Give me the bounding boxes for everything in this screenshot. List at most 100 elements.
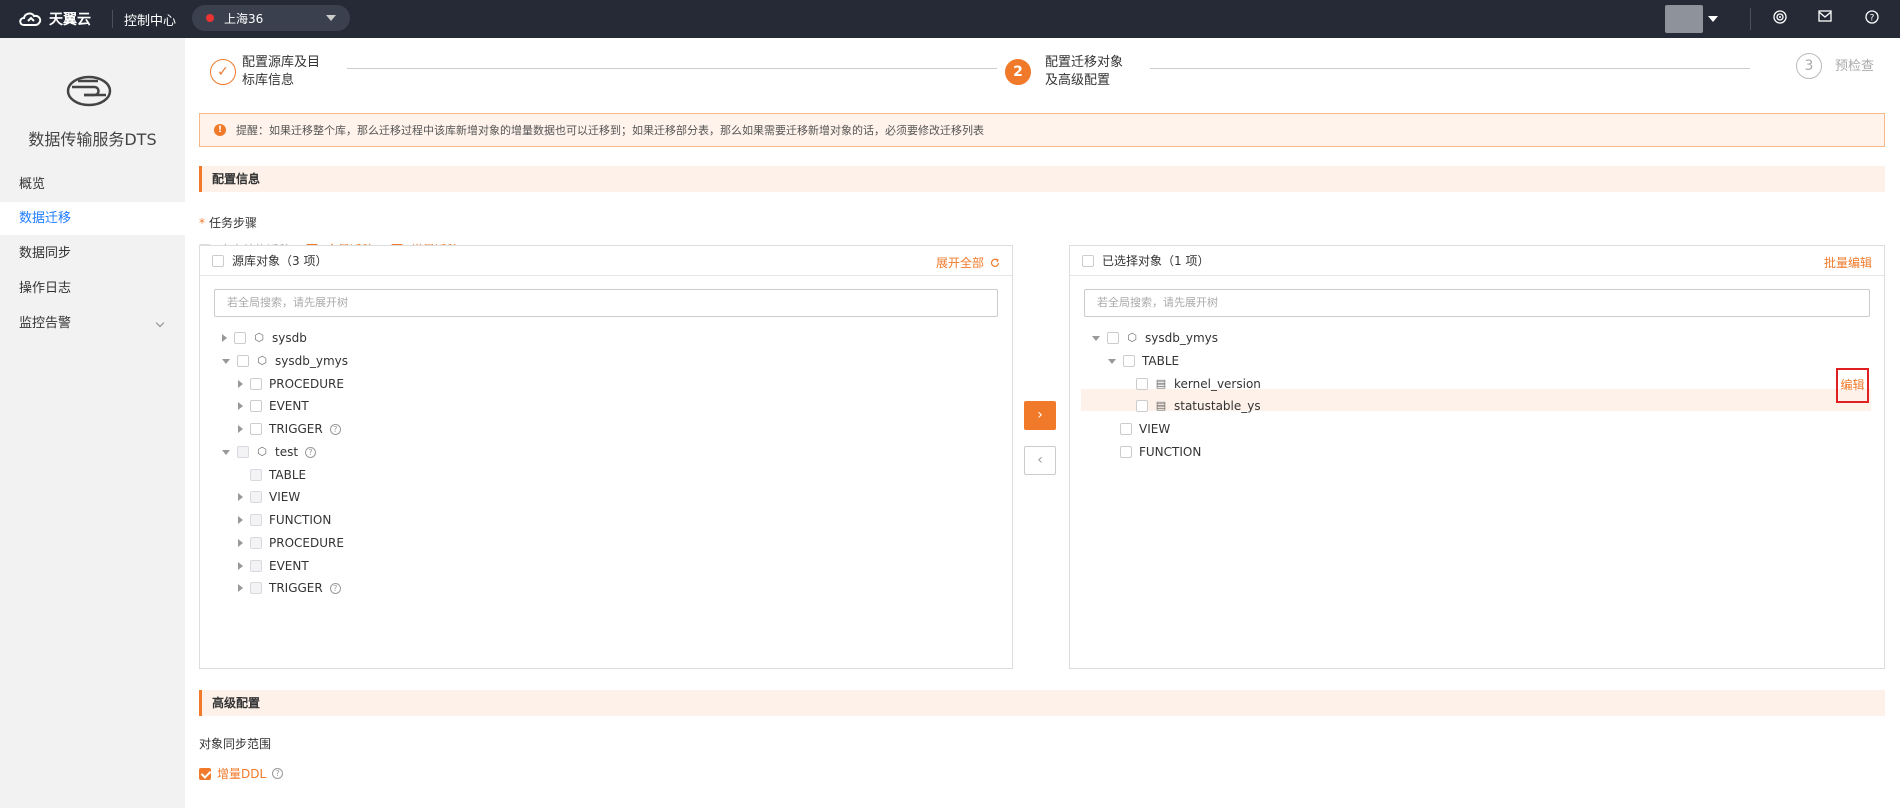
expand-all-label: 展开全部 (935, 256, 984, 270)
dts-logo-icon (66, 75, 112, 107)
user-avatar[interactable] (1665, 5, 1703, 33)
move-right-button[interactable]: › (1024, 401, 1056, 430)
checkbox[interactable] (237, 355, 249, 367)
tree-node-kernel-version[interactable]: ▤ kernel_version (1136, 374, 1261, 394)
source-objects-panel: 源库对象（3 项） 展开全部 若全局搜索，请先展开树 ⬡ sysdb ⬡ sysdb… (199, 245, 1013, 669)
node-label: VIEW (1139, 422, 1171, 436)
question-icon[interactable]: ? (272, 768, 284, 779)
caret-right-icon[interactable] (238, 402, 243, 410)
edit-button[interactable]: 编辑 (1836, 368, 1869, 403)
step-3-number: 3 (1796, 53, 1822, 79)
checkbox[interactable] (234, 332, 246, 344)
task-steps-text: 任务步骤 (209, 216, 258, 230)
caret-down-icon[interactable] (222, 449, 230, 455)
sidebar-item-monitoring[interactable]: 监控告警 (0, 307, 185, 340)
node-label: sysdb_ymys (275, 354, 348, 368)
node-label: PROCEDURE (269, 536, 344, 550)
tree-node-procedure[interactable]: PROCEDURE (238, 374, 344, 394)
batch-edit-button[interactable]: 批量编辑 (1824, 254, 1872, 271)
tree-node-procedure[interactable]: PROCEDURE (238, 533, 344, 553)
caret-right-icon[interactable] (238, 425, 243, 433)
brand-logo[interactable]: 天翼云 (18, 9, 91, 29)
tree-node-function[interactable]: FUNCTION (238, 510, 331, 530)
question-icon[interactable]: ? (305, 446, 317, 458)
target-search-input[interactable]: 若全局搜索，请先展开树 (1084, 289, 1870, 317)
target-panel-header: 已选择对象（1 项） 批量编辑 (1070, 246, 1884, 276)
source-search-input[interactable]: 若全局搜索，请先展开树 (214, 289, 998, 317)
option-incremental-ddl[interactable]: 增量DDL ? (199, 765, 284, 782)
select-all-checkbox[interactable] (212, 254, 224, 267)
help-icon[interactable]: ? (1863, 10, 1881, 28)
database-icon: ⬡ (257, 445, 267, 458)
checkbox[interactable] (250, 378, 262, 390)
sidebar: 数据传输服务DTS 概览 数据迁移 数据同步 操作日志 监控告警 (0, 38, 185, 808)
caret-right-icon[interactable] (238, 493, 243, 501)
task-steps-label: * 任务步骤 (199, 214, 257, 231)
checkbox[interactable] (1136, 400, 1148, 412)
caret-down-icon[interactable] (222, 358, 230, 364)
sidebar-item-overview[interactable]: 概览 (0, 168, 185, 201)
move-left-button[interactable]: ‹ (1024, 446, 1056, 475)
tree-node-test[interactable]: ⬡ test? (222, 442, 317, 462)
expand-all-button[interactable]: 展开全部 (936, 254, 1000, 271)
tree-node-view[interactable]: VIEW (238, 487, 300, 507)
node-label: FUNCTION (269, 513, 332, 527)
region-label: 上海36 (224, 11, 264, 26)
caret-down-icon[interactable] (1092, 335, 1100, 341)
checkbox (250, 491, 262, 503)
caret-right-icon[interactable] (238, 584, 243, 592)
tree-node-event[interactable]: EVENT (238, 396, 309, 416)
checkbox[interactable] (1120, 446, 1132, 458)
question-icon[interactable]: ? (329, 423, 341, 435)
checkbox[interactable] (1107, 332, 1119, 344)
tree-node-sysdb-ymys[interactable]: ⬡ sysdb_ymys (1092, 328, 1218, 348)
refresh-icon[interactable] (990, 257, 1000, 268)
checkbox[interactable] (1123, 355, 1135, 367)
target-icon[interactable] (1771, 10, 1789, 28)
mail-icon[interactable] (1816, 10, 1834, 28)
checkbox (250, 560, 262, 572)
caret-right-icon[interactable] (222, 334, 227, 342)
tree-node-function[interactable]: FUNCTION (1120, 442, 1201, 462)
tree-node-table[interactable]: TABLE (238, 465, 306, 485)
database-icon: ⬡ (1127, 331, 1137, 344)
caret-right-icon[interactable] (238, 562, 243, 570)
region-selector[interactable]: 上海36 (192, 5, 350, 31)
checkbox[interactable] (1136, 378, 1148, 390)
step-1-label: 配置源库及目 标库信息 (242, 54, 320, 90)
tree-node-sysdb-ymys[interactable]: ⬡ sysdb_ymys (222, 351, 348, 371)
node-label: EVENT (269, 399, 309, 413)
avatar-chevron-down-icon[interactable] (1708, 16, 1718, 22)
caret-right-icon[interactable] (238, 516, 243, 524)
console-link[interactable]: 控制中心 (124, 10, 176, 29)
tree-node-trigger[interactable]: TRIGGER? (238, 419, 341, 439)
step-connector (1150, 68, 1750, 69)
checkbox[interactable] (250, 423, 262, 435)
tree-node-event[interactable]: EVENT (238, 556, 309, 576)
caret-down-icon[interactable] (1108, 358, 1116, 364)
node-label: sysdb (272, 331, 307, 345)
node-label: EVENT (269, 559, 309, 573)
tree-node-table[interactable]: TABLE (1108, 351, 1179, 371)
checkbox (250, 537, 262, 549)
checkbox[interactable] (1120, 423, 1132, 435)
chevron-down-icon (155, 318, 165, 328)
caret-right-icon[interactable] (238, 539, 243, 547)
tree-node-trigger[interactable]: TRIGGER? (238, 578, 341, 598)
tree-node-statustable-ys[interactable]: ▤ statustable_ys (1136, 396, 1261, 416)
step-2-label: 配置迁移对象 及高级配置 (1045, 54, 1123, 90)
step-connector (347, 68, 997, 69)
node-label: TABLE (1142, 354, 1180, 368)
select-all-checkbox[interactable] (1082, 254, 1094, 267)
tree-node-sysdb[interactable]: ⬡ sysdb (222, 328, 307, 348)
caret-right-icon[interactable] (238, 380, 243, 388)
step-3-label: 预检查 (1835, 59, 1875, 74)
checkbox[interactable] (199, 767, 211, 780)
tree-node-view[interactable]: VIEW (1120, 419, 1170, 439)
node-label: TRIGGER (269, 422, 323, 436)
sidebar-item-logs[interactable]: 操作日志 (0, 272, 185, 305)
sidebar-item-sync[interactable]: 数据同步 (0, 237, 185, 270)
checkbox[interactable] (250, 400, 262, 412)
sidebar-item-migration[interactable]: 数据迁移 (0, 202, 185, 235)
question-icon[interactable]: ? (329, 582, 341, 594)
